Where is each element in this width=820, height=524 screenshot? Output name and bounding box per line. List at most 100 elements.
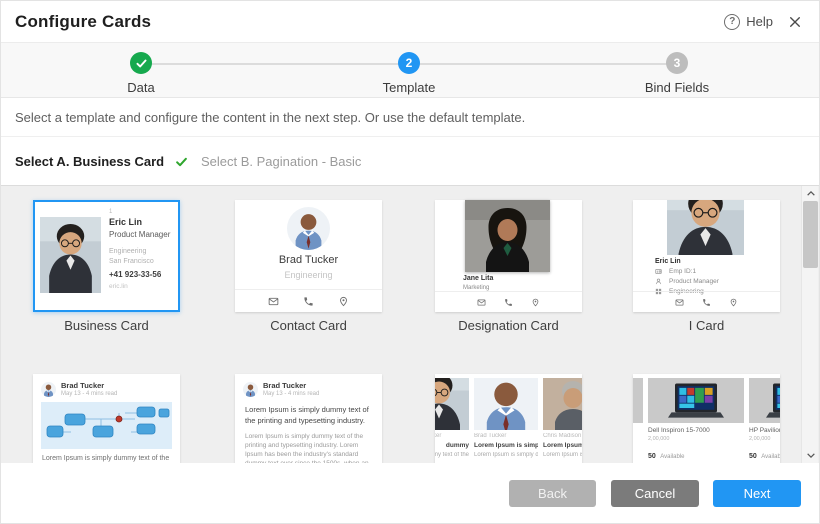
selected-check-icon	[173, 155, 190, 169]
help-button[interactable]: ? Help	[724, 14, 773, 30]
article-body: Lorem Ipsum is simply dummy text of the …	[235, 427, 382, 463]
template-column: 1 Eric Lin Product Manager Engineering S…	[33, 200, 180, 333]
slide-heading: dummy	[435, 442, 469, 449]
template-article-card[interactable]: Brad Tucker May 13 - 4 mins read Lorem I…	[235, 374, 382, 463]
step-complete-check-icon	[130, 52, 152, 74]
person-photo	[474, 378, 538, 430]
location-pin-icon	[531, 298, 540, 307]
template-feed-diagram-card[interactable]: Brad Tucker May 13 - 4 mins read Lorem I…	[33, 374, 180, 463]
author-name: Brad Tucker	[61, 381, 117, 390]
template-contact-card[interactable]: Brad Tucker Engineering	[235, 200, 382, 312]
person-dept: Engineering	[109, 248, 146, 255]
tab-select-a-business-card[interactable]: Select A. Business Card	[15, 137, 190, 186]
step-template[interactable]: 2 Template	[339, 52, 479, 95]
person-phone: +41 923-33-56	[109, 270, 161, 279]
author-name: Chris Madison	[543, 433, 582, 439]
product-title: HP Pavilion	[749, 427, 780, 434]
header-actions: ? Help	[724, 1, 803, 42]
location-pin-icon	[338, 296, 349, 307]
record-index: 1	[109, 209, 112, 215]
template-i-card[interactable]: Eric Lin Emp ID:1 Product Manager Engine…	[633, 200, 780, 312]
author-name: Brad Tucker	[435, 433, 469, 439]
post-meta: May 13 - 4 mins read	[263, 391, 319, 397]
step-label: Template	[339, 80, 479, 95]
product-title: Dell Inspiron 15-7000	[648, 427, 744, 434]
person-name: Brad Tucker	[235, 254, 382, 266]
product-photo	[633, 378, 643, 423]
cancel-button[interactable]: Cancel	[611, 480, 699, 507]
location-pin-icon	[729, 298, 738, 307]
product-price: 2,00,000	[648, 436, 744, 442]
phone-icon	[504, 298, 513, 307]
carousel-slide: Brad Tucker Lorem Ipsum is simply dummy …	[474, 378, 538, 463]
author-name: Brad Tucker	[263, 381, 319, 390]
stock-count: 50	[648, 453, 656, 460]
step-number-badge: 2	[398, 52, 420, 74]
step-label: Data	[71, 80, 211, 95]
carousel-slide: Dell Inspiron 15-7000 2,00,000 50 Availa…	[648, 378, 744, 463]
template-column: Jane Lita Marketing Designation Card	[435, 200, 582, 333]
carousel-slide: Brad Tucker dummy mmy text of the	[435, 378, 469, 463]
person-photo	[40, 217, 101, 293]
template-label: Contact Card	[235, 318, 382, 333]
badge-icon	[655, 268, 662, 275]
template-business-card[interactable]: 1 Eric Lin Product Manager Engineering S…	[33, 200, 180, 312]
help-label: Help	[746, 14, 773, 29]
post-meta: May 13 - 4 mins read	[61, 391, 117, 397]
flowchart-thumbnail	[41, 402, 172, 449]
vertical-scrollbar[interactable]	[801, 186, 818, 463]
stock-label: Available	[660, 454, 684, 460]
phone-icon	[303, 296, 314, 307]
person-name: Eric Lin	[655, 258, 681, 265]
step-label: Bind Fields	[607, 80, 747, 95]
carousel: Dell Inspiron 15-7000 2,00,000 50 Availa…	[633, 374, 780, 463]
tab-select-b-pagination-basic[interactable]: Select B. Pagination - Basic	[201, 137, 361, 186]
close-icon[interactable]	[787, 14, 803, 30]
template-column: Eric Lin Emp ID:1 Product Manager Engine…	[633, 200, 780, 333]
next-button[interactable]: Next	[713, 480, 801, 507]
avatar	[41, 382, 56, 397]
slide-heading: Lorem Ipsum is a	[543, 442, 582, 449]
detail-row: Product Manager	[655, 278, 719, 285]
person-role: Product Manager	[669, 278, 719, 285]
scrollbar-thumb[interactable]	[803, 201, 818, 268]
person-icon	[655, 278, 662, 285]
carousel-slide: HP Pavilion 2,00,000 50 Available Lorem …	[749, 378, 780, 463]
feed-header: Brad Tucker May 13 - 4 mins read	[33, 374, 180, 401]
slide-body: mmy text of the	[435, 452, 469, 458]
person-dept: Engineering	[235, 270, 382, 280]
step-data[interactable]: Data	[71, 52, 211, 95]
person-name: Eric Lin	[109, 217, 142, 227]
contact-actions	[633, 291, 780, 307]
person-photo	[435, 378, 469, 430]
template-people-carousel-card[interactable]: Brad Tucker dummy mmy text of the Brad T…	[435, 374, 582, 463]
template-label: Business Card	[33, 318, 180, 333]
stock-label: Available	[761, 454, 780, 460]
contact-actions	[235, 289, 382, 307]
slide-body: Lorem Ipsum is simply dummy text of the	[474, 452, 538, 458]
scroll-down-icon[interactable]	[802, 448, 819, 463]
slide-body: Lorem Ipsum is sim	[543, 452, 582, 458]
product-stock: 50 Available	[749, 445, 780, 463]
dialog-footer: Back Cancel Next	[1, 463, 819, 524]
carousel-slide: Chris Madison Lorem Ipsum is a Lorem Ips…	[543, 378, 582, 463]
step-bind-fields[interactable]: 3 Bind Fields	[607, 52, 747, 95]
template-label: Designation Card	[435, 318, 582, 333]
step-number-badge: 3	[666, 52, 688, 74]
configure-cards-dialog: Configure Cards ? Help Data 2 Template 3…	[0, 0, 820, 524]
tab-label: Select A. Business Card	[15, 154, 164, 169]
carousel: Brad Tucker dummy mmy text of the Brad T…	[435, 374, 582, 463]
contact-actions	[435, 291, 582, 307]
back-button[interactable]: Back	[509, 480, 596, 507]
carousel-slide	[633, 378, 643, 463]
instruction-text: Select a template and configure the cont…	[1, 98, 819, 137]
post-body: Lorem Ipsum is simply dummy text of the …	[33, 449, 180, 463]
feed-header: Brad Tucker May 13 - 4 mins read	[235, 374, 382, 401]
template-designation-card[interactable]: Jane Lita Marketing	[435, 200, 582, 312]
product-stock: 50 Available	[648, 445, 744, 463]
template-product-carousel-card[interactable]: Dell Inspiron 15-7000 2,00,000 50 Availa…	[633, 374, 780, 463]
author-name: Brad Tucker	[474, 433, 538, 439]
scroll-up-icon[interactable]	[802, 186, 819, 201]
selector-tabs: Select A. Business Card Select B. Pagina…	[1, 137, 819, 186]
detail-row: Emp ID:1	[655, 268, 696, 275]
